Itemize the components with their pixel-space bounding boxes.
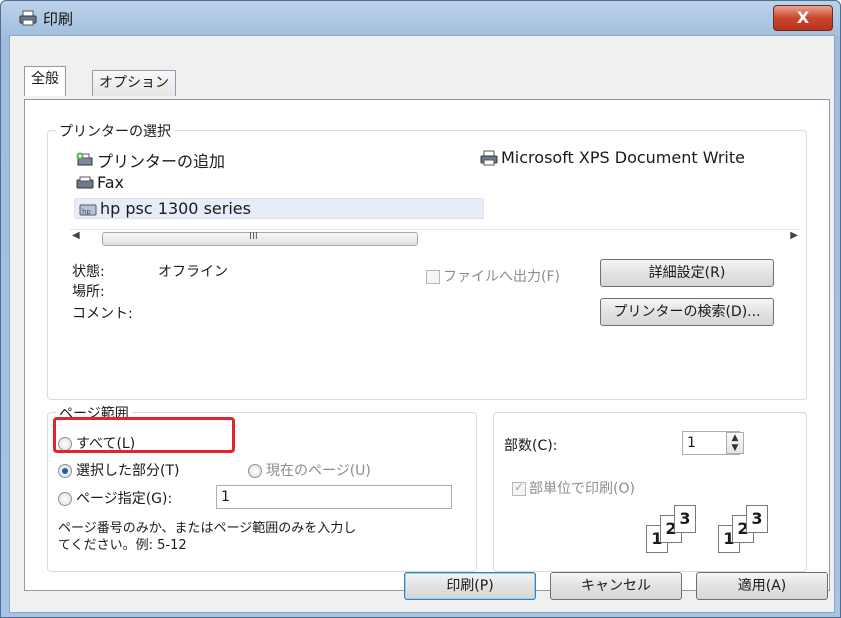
tab-options[interactable]: オプション <box>92 70 176 96</box>
copies-spinner[interactable]: ▲ ▼ <box>726 432 744 454</box>
scroll-left-icon[interactable]: ◀ <box>72 230 80 241</box>
scroll-right-icon[interactable]: ▶ <box>790 230 798 241</box>
copies-count-label: 部数(C): <box>504 438 558 454</box>
tab-panel-general: プリンターの選択 プリンターの追加 Microsoft XPS Document… <box>24 99 830 591</box>
comment-label: コメント: <box>72 306 133 322</box>
print-dialog-window: 印刷 X 全般 オプション プリンターの選択 プリンターの追加 Microsof… <box>0 0 841 618</box>
page-range-current-label: 現在のページ(U) <box>266 463 371 479</box>
printer-icon <box>19 10 37 26</box>
scroll-thumb-grip: III <box>249 231 258 242</box>
printer-select-group: プリンターの選択 プリンターの追加 Microsoft XPS Document… <box>47 121 807 400</box>
collate-checkbox[interactable]: 部単位で印刷(O) <box>512 478 635 498</box>
page-range-current-radio[interactable]: 現在のページ(U) <box>248 460 371 480</box>
spin-up-icon[interactable]: ▲ <box>727 433 743 443</box>
preferences-button[interactable]: 詳細設定(R) <box>600 259 774 287</box>
window-title: 印刷 <box>43 10 74 28</box>
printer-item-label: プリンターの追加 <box>97 152 226 171</box>
scroll-thumb[interactable]: III <box>102 231 418 246</box>
collate-check-icon <box>512 480 526 496</box>
page-range-selection-label: 選択した部分(T) <box>76 463 180 479</box>
copies-group: 部数(C): 1 ▲ ▼ 部単位で印刷(O) 1 2 3 1 2 3 <box>493 412 807 572</box>
location-label: 場所: <box>72 284 105 300</box>
page-range-selection-radio[interactable]: 選択した部分(T) <box>58 460 179 480</box>
printer-item-add[interactable]: プリンターの追加 <box>76 148 225 172</box>
radio-icon <box>248 464 262 478</box>
apply-button[interactable]: 適用(A) <box>696 572 828 600</box>
printer-item-label: hp psc 1300 series <box>100 199 251 218</box>
status-value: オフライン <box>158 264 228 280</box>
printer-item-fax[interactable]: Fax <box>76 173 124 192</box>
find-printer-button[interactable]: プリンターの検索(D)... <box>600 298 774 326</box>
print-to-file-label: ファイルへ出力(F) <box>443 269 560 285</box>
status-label: 状態: <box>72 264 105 280</box>
printer-item-hp[interactable]: hp hp psc 1300 series <box>74 198 484 219</box>
cancel-button[interactable]: キャンセル <box>550 572 682 600</box>
collate-page-3: 3 <box>674 505 696 533</box>
dialog-client-area: 全般 オプション プリンターの選択 プリンターの追加 Microsoft XPS… <box>9 35 835 613</box>
add-printer-icon <box>76 152 93 166</box>
tab-general[interactable]: 全般 <box>24 66 66 96</box>
printer-item-label: Fax <box>97 173 125 192</box>
printer-icon <box>480 150 498 165</box>
printer-item-xps[interactable]: Microsoft XPS Document Write <box>480 148 745 167</box>
fax-icon <box>76 176 94 188</box>
page-range-hint-line2: てください。例: 5-12 <box>58 538 187 553</box>
collate-label: 部単位で印刷(O) <box>529 481 635 497</box>
close-button[interactable]: X <box>773 5 833 31</box>
print-to-file-checkbox[interactable]: ファイルへ出力(F) <box>426 266 560 286</box>
printer-select-group-title: プリンターの選択 <box>56 121 174 141</box>
print-button[interactable]: 印刷(P) <box>404 572 536 600</box>
annotation-highlight-box <box>53 417 235 453</box>
page-range-pages-label: ページ指定(G): <box>76 491 173 507</box>
page-range-pages-radio[interactable]: ページ指定(G): <box>58 488 172 508</box>
svg-text:hp: hp <box>82 208 91 216</box>
title-bar[interactable]: 印刷 X <box>1 1 840 37</box>
print-to-file-check-icon <box>426 270 440 284</box>
printer-list-scrollbar[interactable]: ◀ III ▶ <box>70 229 800 247</box>
radio-selected-icon <box>58 464 72 478</box>
printer-item-label: Microsoft XPS Document Write <box>501 148 745 167</box>
spin-down-icon[interactable]: ▼ <box>727 443 743 453</box>
page-range-pages-input[interactable]: 1 <box>216 485 452 509</box>
printer-icon: hp <box>79 204 97 216</box>
radio-icon <box>58 492 72 506</box>
collate-page-3: 3 <box>746 505 768 533</box>
